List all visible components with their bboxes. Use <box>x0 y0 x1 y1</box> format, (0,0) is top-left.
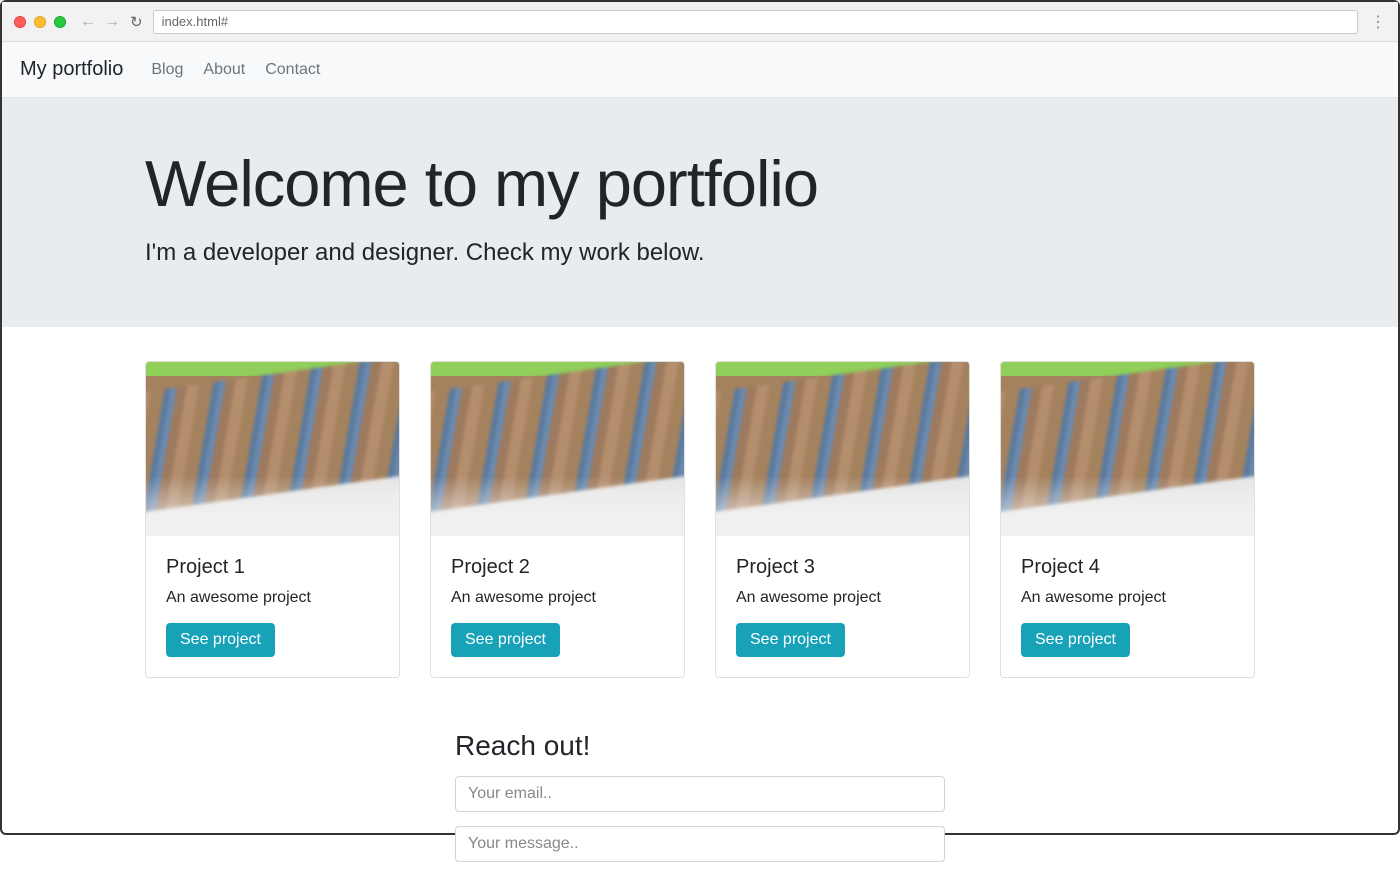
reload-icon[interactable]: ↻ <box>130 13 143 31</box>
project-description: An awesome project <box>1021 589 1234 607</box>
project-image <box>431 362 684 536</box>
window-controls <box>14 16 66 28</box>
see-project-button[interactable]: See project <box>451 623 560 657</box>
contact-section: Reach out! <box>455 730 945 876</box>
email-field[interactable] <box>455 776 945 812</box>
navbar: My portfolio Blog About Contact <box>2 42 1398 98</box>
nav-link-about[interactable]: About <box>203 61 245 79</box>
browser-nav-arrows: ← → <box>80 13 120 31</box>
browser-chrome: ← → ↻ index.html# ⋮ <box>2 2 1398 42</box>
minimize-window-button[interactable] <box>34 16 46 28</box>
close-window-button[interactable] <box>14 16 26 28</box>
contact-heading: Reach out! <box>455 730 945 762</box>
project-card: Project 1 An awesome project See project <box>145 361 400 678</box>
forward-button-icon[interactable]: → <box>104 13 120 31</box>
project-description: An awesome project <box>736 589 949 607</box>
project-description: An awesome project <box>166 589 379 607</box>
projects-row: Project 1 An awesome project See project… <box>145 361 1255 678</box>
browser-menu-icon[interactable]: ⋮ <box>1370 12 1386 32</box>
hero-section: Welcome to my portfolio I'm a developer … <box>2 98 1398 327</box>
project-title: Project 2 <box>451 556 664 579</box>
project-title: Project 1 <box>166 556 379 579</box>
message-field[interactable] <box>455 826 945 862</box>
nav-link-contact[interactable]: Contact <box>265 61 320 79</box>
project-title: Project 4 <box>1021 556 1234 579</box>
project-description: An awesome project <box>451 589 664 607</box>
project-card: Project 3 An awesome project See project <box>715 361 970 678</box>
hero-subtitle: I'm a developer and designer. Check my w… <box>145 239 1255 267</box>
project-card: Project 2 An awesome project See project <box>430 361 685 678</box>
navbar-brand[interactable]: My portfolio <box>20 58 123 81</box>
see-project-button[interactable]: See project <box>166 623 275 657</box>
address-bar[interactable]: index.html# <box>153 10 1358 34</box>
project-title: Project 3 <box>736 556 949 579</box>
project-image <box>1001 362 1254 536</box>
nav-link-blog[interactable]: Blog <box>151 61 183 79</box>
project-image <box>716 362 969 536</box>
project-image <box>146 362 399 536</box>
url-text: index.html# <box>162 14 228 29</box>
back-button-icon[interactable]: ← <box>80 13 96 31</box>
hero-title: Welcome to my portfolio <box>145 146 1255 221</box>
see-project-button[interactable]: See project <box>736 623 845 657</box>
see-project-button[interactable]: See project <box>1021 623 1130 657</box>
maximize-window-button[interactable] <box>54 16 66 28</box>
project-card: Project 4 An awesome project See project <box>1000 361 1255 678</box>
navbar-nav: Blog About Contact <box>151 61 320 79</box>
